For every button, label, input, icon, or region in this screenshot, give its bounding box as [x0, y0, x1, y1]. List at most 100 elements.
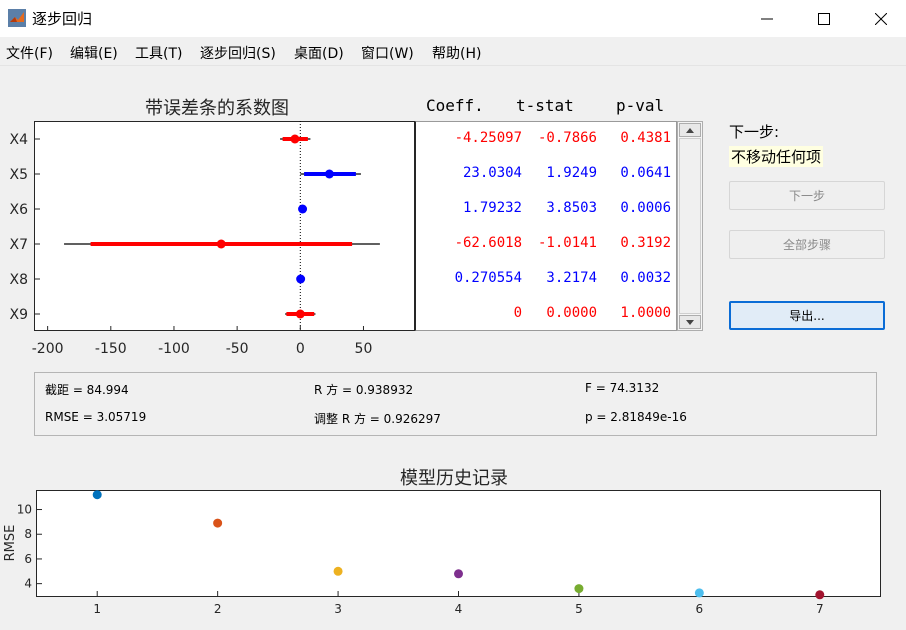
coef-point: [324, 169, 334, 179]
y-tick-label: X7: [10, 237, 29, 253]
stat-rmse: RMSE = 3.05719: [45, 410, 147, 424]
x-tick-label: 7: [816, 602, 824, 616]
table-row[interactable]: 0 0.0000 1.0000: [416, 297, 678, 332]
maximize-button[interactable]: [799, 0, 849, 37]
x-tick-label: 1: [93, 602, 101, 616]
table-cell-pval: 0.0006: [620, 200, 671, 216]
y-tick-label: 6: [24, 552, 32, 566]
table-scrollbar[interactable]: [677, 121, 703, 331]
x-tick-label: 3: [334, 602, 342, 616]
close-button[interactable]: [856, 0, 906, 37]
table-cell-pval: 1.0000: [620, 305, 671, 321]
table-cell-coeff: 0.270554: [454, 270, 522, 286]
table-cell-coeff: 1.79232: [462, 200, 522, 216]
next-step-label: 下一步:: [729, 123, 780, 141]
table-row[interactable]: -62.6018 -1.0141 0.3192: [416, 227, 678, 262]
table-row[interactable]: 1.79232 3.8503 0.0006: [416, 192, 678, 227]
x-tick-label: 0: [296, 341, 305, 357]
menu-tools[interactable]: 工具(T): [135, 43, 182, 63]
y-tick-label: 8: [24, 527, 32, 541]
window-title: 逐步回归: [32, 10, 93, 28]
table-cell-coeff: -4.25097: [454, 130, 522, 146]
history-point: [574, 584, 584, 594]
menu-edit[interactable]: 编辑(E): [70, 43, 118, 63]
maximize-icon: [818, 12, 830, 25]
history-point: [815, 590, 825, 600]
y-tick-label: X6: [10, 202, 29, 218]
table-row[interactable]: 23.0304 1.9249 0.0641: [416, 157, 678, 192]
matlab-icon: [8, 9, 26, 27]
coef-table: -4.25097 -0.7866 0.4381 23.0304 1.9249 0.0641…: [415, 121, 677, 331]
stat-r2: R 方 = 0.938932: [314, 383, 414, 397]
table-cell-tstat: -0.7866: [537, 130, 597, 146]
table-cell-pval: 0.0032: [620, 270, 671, 286]
y-tick-label: X9: [10, 307, 29, 323]
header-tstat: t-stat: [516, 96, 574, 115]
x-tick-label: 4: [455, 602, 463, 616]
y-tick-label: X4: [10, 132, 29, 148]
history-point: [333, 566, 343, 576]
close-icon: [875, 12, 887, 25]
history-point: [92, 490, 102, 500]
table-cell-tstat: -1.0141: [537, 235, 597, 251]
coef-point: [296, 274, 306, 284]
x-tick-label: 50: [355, 341, 373, 357]
next-step-button[interactable]: 下一步: [729, 181, 885, 210]
stat-p: p = 2.81849e-16: [585, 410, 687, 424]
header-coeff: Coeff.: [426, 96, 484, 115]
history-point: [454, 569, 463, 579]
coef-point: [295, 309, 305, 319]
y-tick-label: 4: [24, 577, 32, 591]
table-cell-tstat: 1.9249: [546, 165, 597, 181]
table-cell-coeff: 0: [513, 305, 522, 321]
table-cell-pval: 0.4381: [620, 130, 671, 146]
coef-point: [216, 239, 226, 249]
table-cell-tstat: 3.8503: [546, 200, 597, 216]
table-row[interactable]: 0.270554 3.2174 0.0032: [416, 262, 678, 297]
x-tick-label: 5: [575, 602, 583, 616]
next-step-desc: 不移动任何项: [729, 146, 824, 167]
minimize-button[interactable]: [742, 0, 792, 37]
table-cell-pval: 0.3192: [620, 235, 671, 251]
menu-window[interactable]: 窗口(W): [361, 43, 414, 63]
coef-point: [298, 204, 308, 214]
title-bar: 逐步回归: [0, 0, 906, 37]
menu-help[interactable]: 帮助(H): [432, 43, 481, 63]
arrow-up-icon: [686, 127, 694, 133]
history-plot: 468101 2 3 4 5 6 7RMSE: [3, 490, 825, 616]
stat-f: F = 74.3132: [585, 381, 660, 395]
x-tick-label: -100: [158, 341, 190, 357]
history-point: [213, 518, 223, 528]
menu-file[interactable]: 文件(F): [6, 43, 53, 63]
table-cell-pval: 0.0641: [620, 165, 671, 181]
arrow-down-icon: [686, 319, 694, 325]
stepwise-window: 逐步回归 文件(F) 编辑(E) 工具(T) 逐步回归(S) 桌面(D) 窗口(…: [0, 0, 906, 630]
all-steps-button[interactable]: 全部步骤: [729, 230, 885, 259]
scroll-down-button[interactable]: [679, 315, 701, 329]
table-cell-coeff: 23.0304: [462, 165, 522, 181]
y-axis-label: RMSE: [3, 525, 18, 562]
y-tick-label: X8: [10, 272, 29, 288]
header-pval: p-val: [616, 96, 665, 115]
table-cell-coeff: -62.6018: [454, 235, 522, 251]
stat-adj-r2: 调整 R 方 = 0.926297: [314, 412, 441, 426]
menu-desktop[interactable]: 桌面(D): [294, 43, 344, 63]
x-tick-label: -50: [226, 341, 249, 357]
x-tick-label: 2: [214, 602, 222, 616]
y-tick-label: X5: [10, 167, 29, 183]
stats-panel: 截距 = 84.994 R 方 = 0.938932 F = 74.3132 R…: [34, 372, 877, 436]
x-tick-label: -200: [32, 341, 64, 357]
coef-plot: X4 X5 X6 X7 X8 X9 -200 -150 -100 -50 0 50: [10, 121, 380, 357]
table-row[interactable]: -4.25097 -0.7866 0.4381: [416, 122, 678, 157]
x-tick-label: -150: [95, 341, 127, 357]
menu-bar: 文件(F) 编辑(E) 工具(T) 逐步回归(S) 桌面(D) 窗口(W) 帮助…: [0, 37, 906, 66]
scroll-up-button[interactable]: [679, 123, 701, 137]
history-point: [694, 588, 704, 598]
export-button[interactable]: 导出...: [729, 301, 885, 330]
table-cell-tstat: 3.2174: [546, 270, 597, 286]
minimize-icon: [761, 18, 773, 19]
scroll-thumb[interactable]: [679, 138, 701, 314]
y-tick-label: 10: [17, 503, 32, 517]
menu-stepwise[interactable]: 逐步回归(S): [200, 43, 276, 63]
table-header: Coeff. t-stat p-val: [426, 96, 686, 118]
